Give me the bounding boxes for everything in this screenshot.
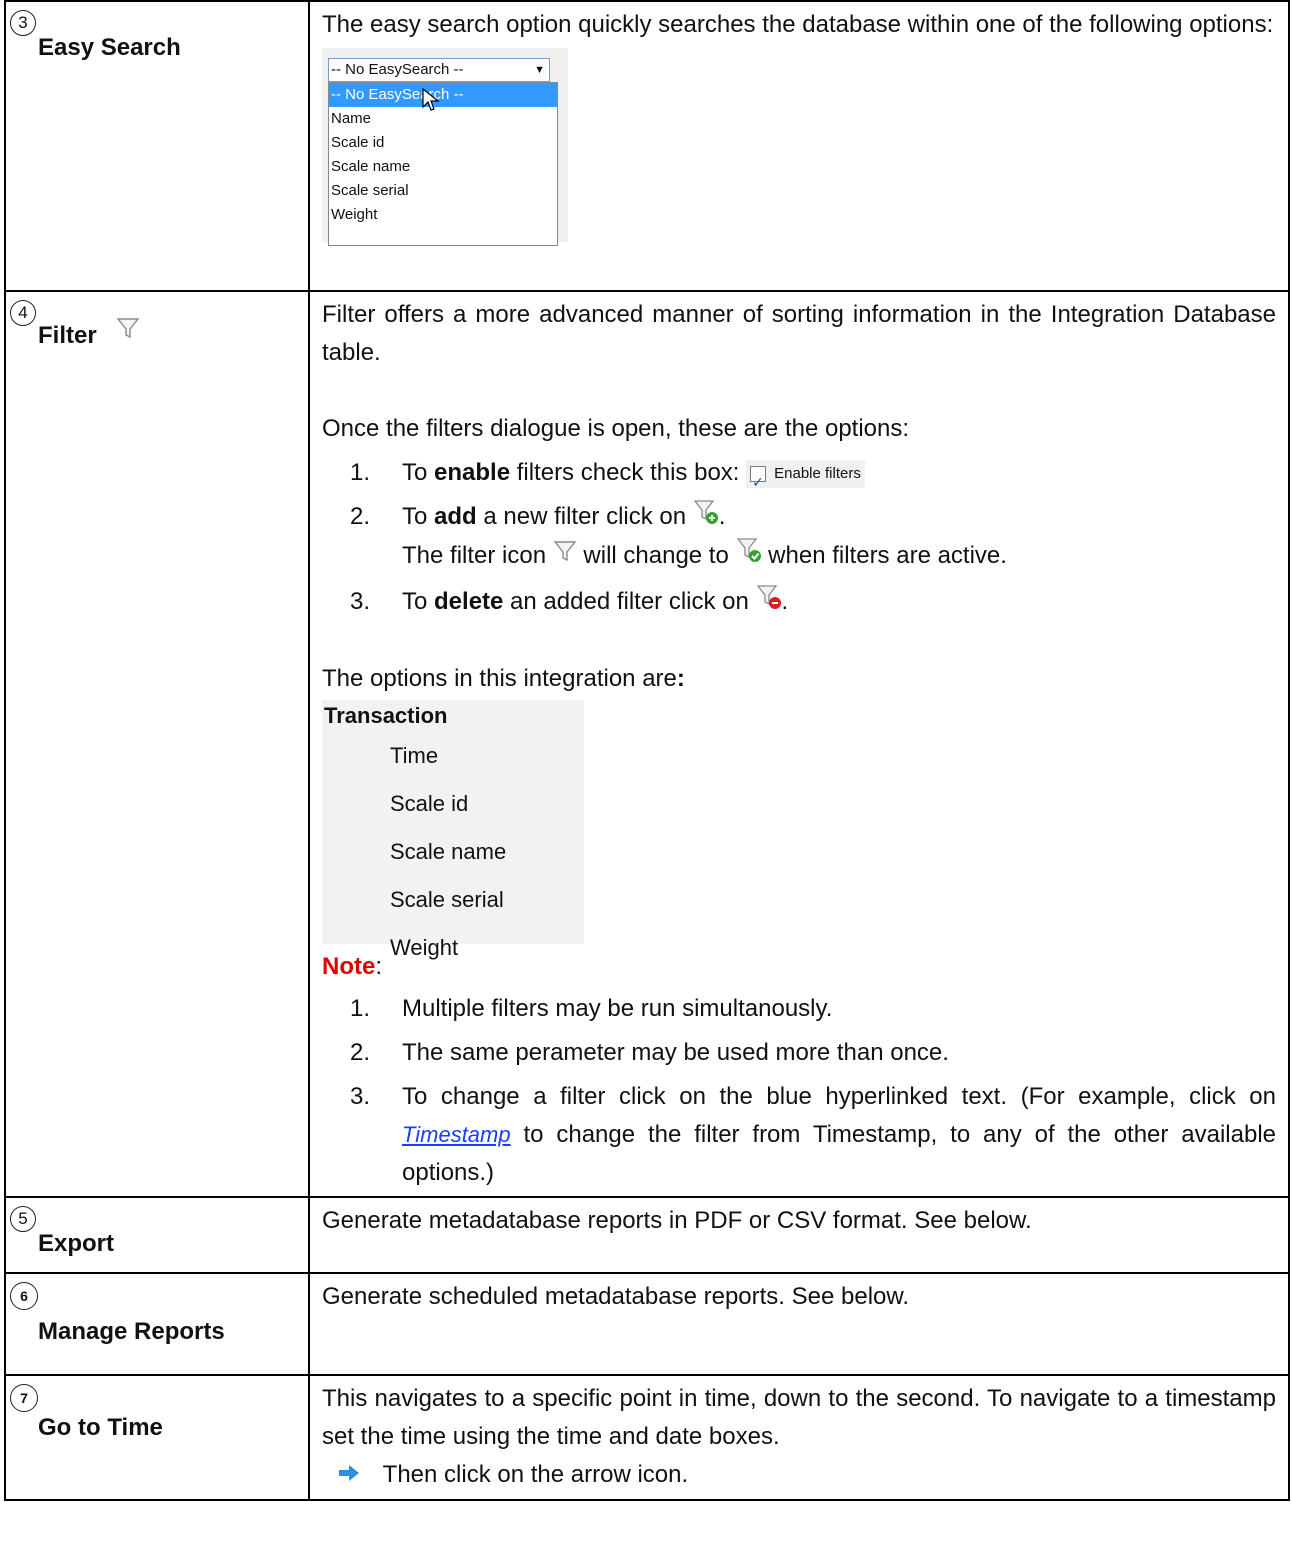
add-filter-icon[interactable] — [693, 499, 719, 537]
step-item: 2. To add a new filter click on . The fil… — [322, 498, 1276, 575]
arrow-line: Then click on the arrow icon. — [322, 1456, 1276, 1495]
instructions-table: 3 Easy Search The easy search option qui… — [4, 0, 1290, 1501]
desc-text: Filter offers a more advanced manner of … — [322, 301, 1276, 366]
row-easy-search: 3 Easy Search The easy search option qui… — [4, 0, 1290, 292]
row-label: Filter — [38, 322, 97, 349]
options-intro: The options in this integration are: — [322, 664, 685, 692]
row-manage-reports: 6 Manage Reports Generate scheduled meta… — [4, 1271, 1290, 1376]
row-label: Easy Search — [38, 34, 181, 61]
tree-root: Transaction — [324, 702, 448, 728]
key-filter: 4 Filter — [4, 290, 310, 1198]
checkbox-checked-icon — [750, 463, 767, 501]
chevron-down-icon: ▼ — [534, 64, 545, 76]
active-filter-icon — [736, 537, 762, 575]
option-item[interactable]: -- No EasySearch -- — [329, 83, 557, 107]
manage-reports-description: Generate scheduled metadatabase reports.… — [308, 1271, 1290, 1376]
key-easy-search: 3 Easy Search — [4, 0, 310, 292]
delete-filter-icon[interactable] — [756, 584, 782, 622]
desc-text: This navigates to a specific point in ti… — [322, 1384, 1276, 1450]
filter-description: Filter offers a more advanced manner of … — [308, 290, 1290, 1198]
tree-item[interactable]: Scale name — [322, 828, 584, 876]
timestamp-link[interactable]: Timestamp — [402, 1122, 511, 1147]
row-label: Manage Reports — [38, 1317, 225, 1345]
row-export: 5 Export Generate metadatabase reports i… — [4, 1195, 1290, 1274]
go-to-time-description: This navigates to a specific point in ti… — [308, 1373, 1290, 1501]
export-description: Generate metadatabase reports in PDF or … — [308, 1195, 1290, 1274]
easysearch-dropdown-screenshot: -- No EasySearch -- ▼ -- No EasySearch -… — [322, 48, 568, 246]
desc-text: The easy search option quickly searches … — [322, 11, 1274, 38]
desc-text: Generate scheduled metadatabase reports.… — [322, 1282, 910, 1310]
key-go-to-time: 7 Go to Time — [4, 1373, 310, 1501]
option-item[interactable]: Scale id — [329, 131, 557, 155]
option-item[interactable]: Name — [329, 107, 557, 131]
filter-steps: 1.To enable filters check this box: Enab… — [322, 454, 1276, 622]
tree-item[interactable]: Weight — [322, 924, 584, 972]
step-item: 3. To delete an added filter click on . — [322, 583, 1276, 622]
note-item: 1. Multiple filters may be run simultanou… — [350, 994, 833, 1022]
filter-intro: Once the filters dialogue is open, these… — [322, 415, 910, 442]
note-item: 2. The same perameter may be used more th… — [350, 1038, 949, 1066]
option-item[interactable]: Scale name — [329, 155, 557, 179]
step-item: 1.To enable filters check this box: Enab… — [322, 454, 1276, 501]
select-value: -- No EasySearch -- — [331, 61, 464, 78]
transaction-tree-screenshot: Transaction Time Scale id Scale name Sca… — [322, 699, 584, 960]
mouse-cursor-icon — [422, 87, 440, 118]
row-label: Export — [38, 1229, 115, 1257]
easysearch-select[interactable]: -- No EasySearch -- ▼ — [328, 58, 550, 82]
easysearch-options-list: -- No EasySearch -- Name Scale id Scale … — [328, 82, 558, 246]
number-badge: 4 — [10, 300, 36, 326]
key-manage-reports: 6 Manage Reports — [4, 1271, 310, 1376]
number-badge: 7 — [10, 1383, 38, 1412]
notes-list: 1. Multiple filters may be run simultanou… — [322, 990, 1276, 1192]
funnel-icon — [116, 316, 140, 345]
row-label: Go to Time — [38, 1413, 163, 1441]
note-item: 3. To change a filter click on the blue … — [350, 1082, 1276, 1186]
easy-search-description: The easy search option quickly searches … — [308, 0, 1290, 292]
number-badge: 3 — [10, 10, 36, 36]
option-item[interactable]: Weight — [329, 203, 557, 227]
row-filter: 4 Filter Filter offers a more advanced m… — [4, 290, 1290, 1198]
number-badge: 5 — [10, 1205, 36, 1232]
tree-item[interactable]: Scale serial — [322, 876, 584, 924]
number-badge: 6 — [10, 1281, 38, 1310]
tree-item[interactable]: Scale id — [322, 780, 584, 828]
funnel-icon — [553, 537, 577, 575]
enable-filters-checkbox[interactable]: Enable filters — [746, 459, 865, 501]
tree-item[interactable]: Time — [322, 732, 584, 780]
row-go-to-time: 7 Go to Time This navigates to a specifi… — [4, 1373, 1290, 1501]
desc-text: Generate metadatabase reports in PDF or … — [322, 1206, 1032, 1234]
key-export: 5 Export — [4, 1195, 310, 1274]
option-item[interactable]: Scale serial — [329, 179, 557, 203]
arrow-right-icon[interactable] — [338, 1457, 360, 1495]
